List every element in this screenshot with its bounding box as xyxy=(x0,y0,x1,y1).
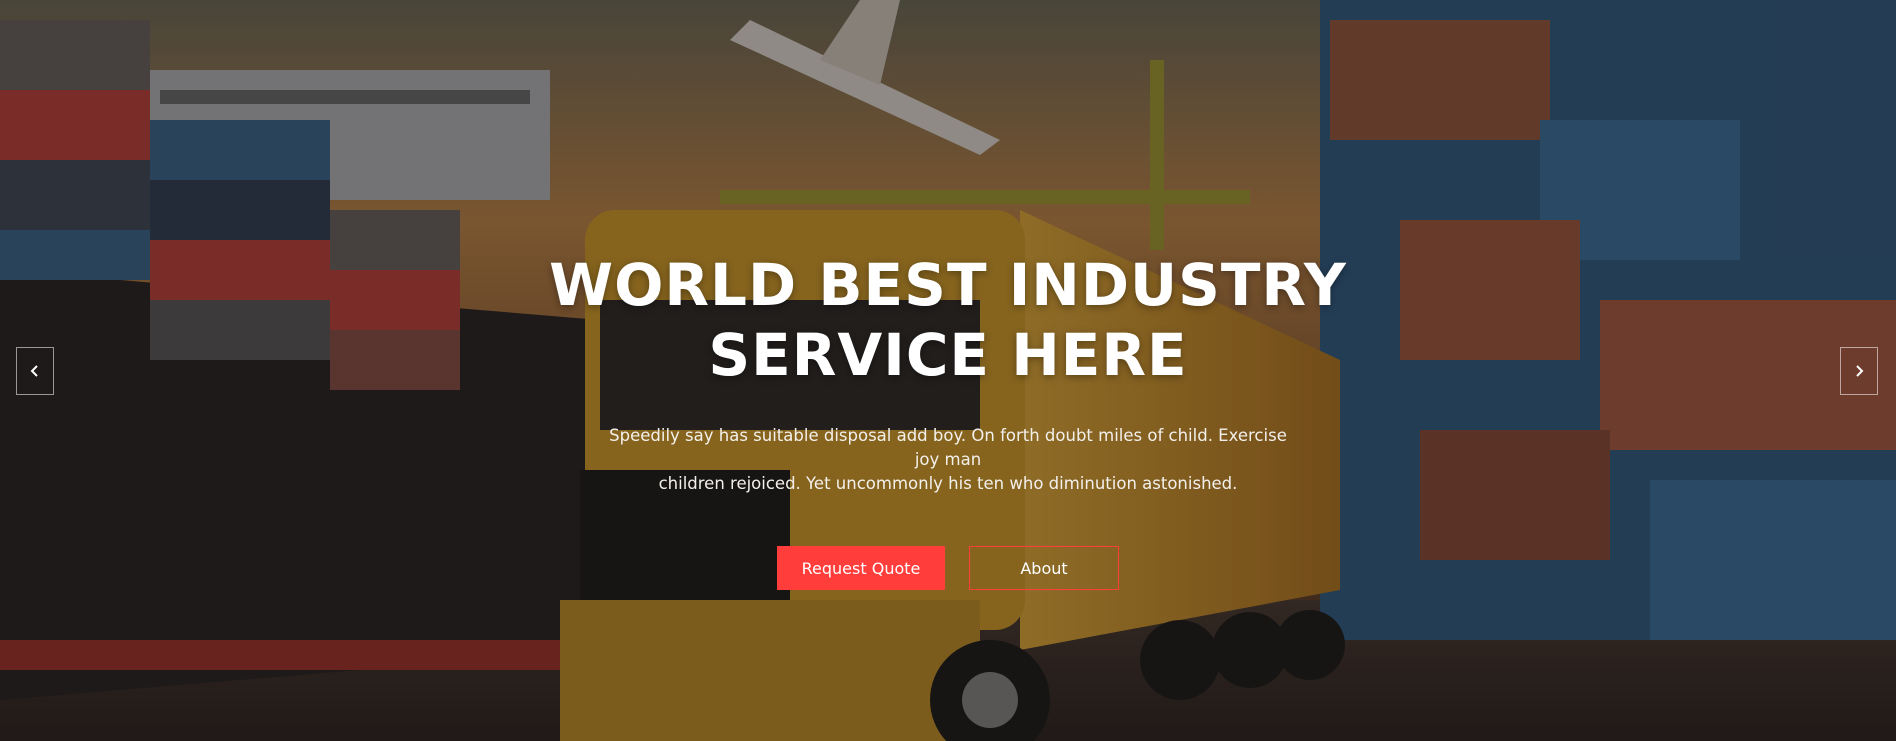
slider-prev-button[interactable] xyxy=(16,347,54,395)
hero-description-line1: Speedily say has suitable disposal add b… xyxy=(609,426,1287,469)
hero-headline-line2: SERVICE HERE xyxy=(708,321,1188,389)
chevron-right-icon xyxy=(1856,365,1864,377)
hero-slider: WORLD BEST INDUSTRY SERVICE HERE Speedil… xyxy=(0,0,1896,741)
about-button[interactable]: About xyxy=(969,546,1119,590)
request-quote-button[interactable]: Request Quote xyxy=(777,546,945,590)
hero-buttons: Request Quote About xyxy=(0,546,1896,590)
chevron-left-icon xyxy=(30,365,38,377)
hero-description-line2: children rejoiced. Yet uncommonly his te… xyxy=(658,474,1238,493)
slider-next-button[interactable] xyxy=(1840,347,1878,395)
hero-headline: WORLD BEST INDUSTRY SERVICE HERE xyxy=(0,250,1896,390)
hero-description: Speedily say has suitable disposal add b… xyxy=(608,424,1288,496)
hero-headline-line1: WORLD BEST INDUSTRY xyxy=(549,251,1347,319)
hero-content: WORLD BEST INDUSTRY SERVICE HERE Speedil… xyxy=(0,250,1896,590)
